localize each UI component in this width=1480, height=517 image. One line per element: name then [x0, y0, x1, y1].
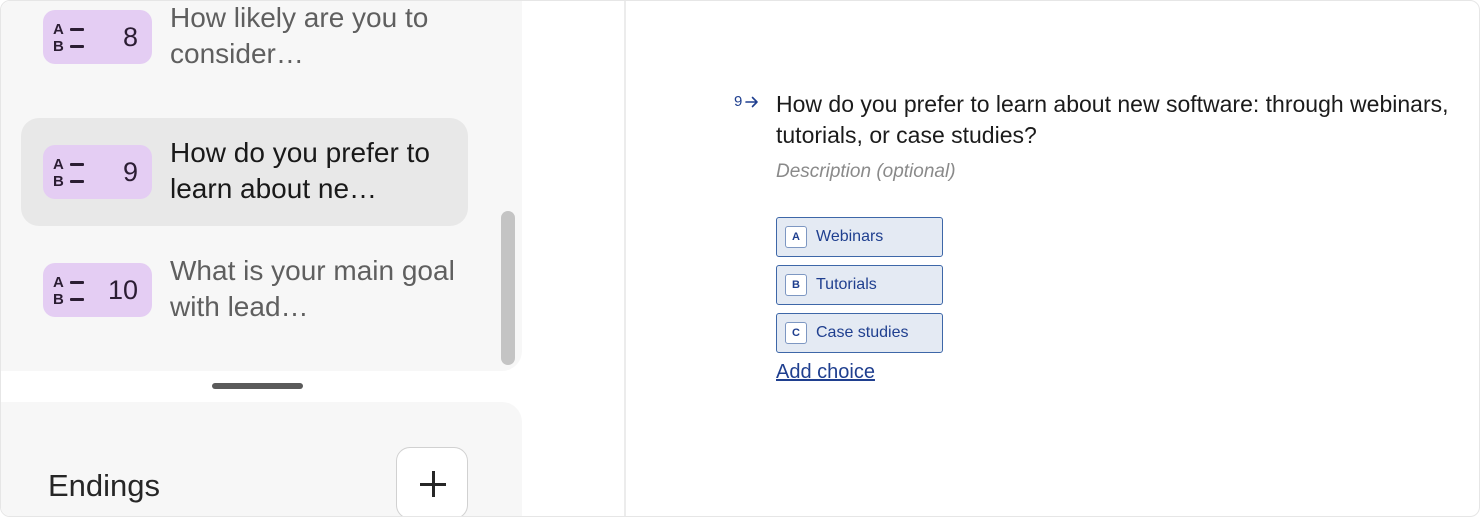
- question-number: 10: [107, 275, 138, 305]
- choice-key: A: [785, 226, 807, 248]
- question-preview: What is your main goal with lead…: [170, 255, 455, 322]
- question-title[interactable]: How do you prefer to learn about new sof…: [776, 89, 1456, 151]
- sidebar: A B 8 How likely are you to consider… A …: [1, 1, 524, 516]
- choice-option[interactable]: B Tutorials: [776, 265, 943, 305]
- question-preview: How do you prefer to learn about ne…: [170, 137, 430, 204]
- multiple-choice-icon: A B: [53, 275, 89, 307]
- question-type-badge: A B 8: [43, 10, 152, 64]
- question-number: 9: [122, 157, 138, 187]
- question-number: 8: [122, 22, 138, 52]
- multiple-choice-icon: A B: [53, 22, 89, 54]
- question-list-scrollbar[interactable]: [501, 211, 515, 365]
- question-item-8[interactable]: A B 8 How likely are you to consider…: [21, 1, 468, 91]
- question-number-label: 9: [734, 93, 759, 110]
- choice-option[interactable]: A Webinars: [776, 217, 943, 257]
- question-item-10[interactable]: A B 10 What is your main goal with lead…: [21, 236, 468, 344]
- choice-label: Webinars: [816, 228, 884, 245]
- arrow-right-icon: [745, 96, 759, 107]
- endings-panel: Endings: [1, 402, 522, 516]
- form-builder: A B 8 How likely are you to consider… A …: [0, 0, 1480, 517]
- question-editor: 9 How do you prefer to learn about new s…: [626, 1, 1479, 516]
- add-ending-button[interactable]: [396, 447, 468, 516]
- question-type-badge: A B 10: [43, 263, 152, 317]
- question-item-9[interactable]: A B 9 How do you prefer to learn about n…: [21, 118, 468, 226]
- choice-key: B: [785, 274, 807, 296]
- question-type-badge: A B 9: [43, 145, 152, 199]
- choice-option[interactable]: C Case studies: [776, 313, 943, 353]
- choice-key: C: [785, 322, 807, 344]
- question-list: A B 8 How likely are you to consider… A …: [1, 1, 522, 371]
- endings-title: Endings: [48, 468, 161, 503]
- choice-label: Tutorials: [816, 276, 877, 293]
- multiple-choice-icon: A B: [53, 157, 89, 189]
- choice-label: Case studies: [816, 324, 909, 341]
- panel-resize-handle[interactable]: [212, 383, 303, 389]
- question-preview: How likely are you to consider…: [170, 2, 429, 69]
- description-field[interactable]: Description (optional): [776, 161, 956, 183]
- add-choice-link[interactable]: Add choice: [776, 361, 875, 384]
